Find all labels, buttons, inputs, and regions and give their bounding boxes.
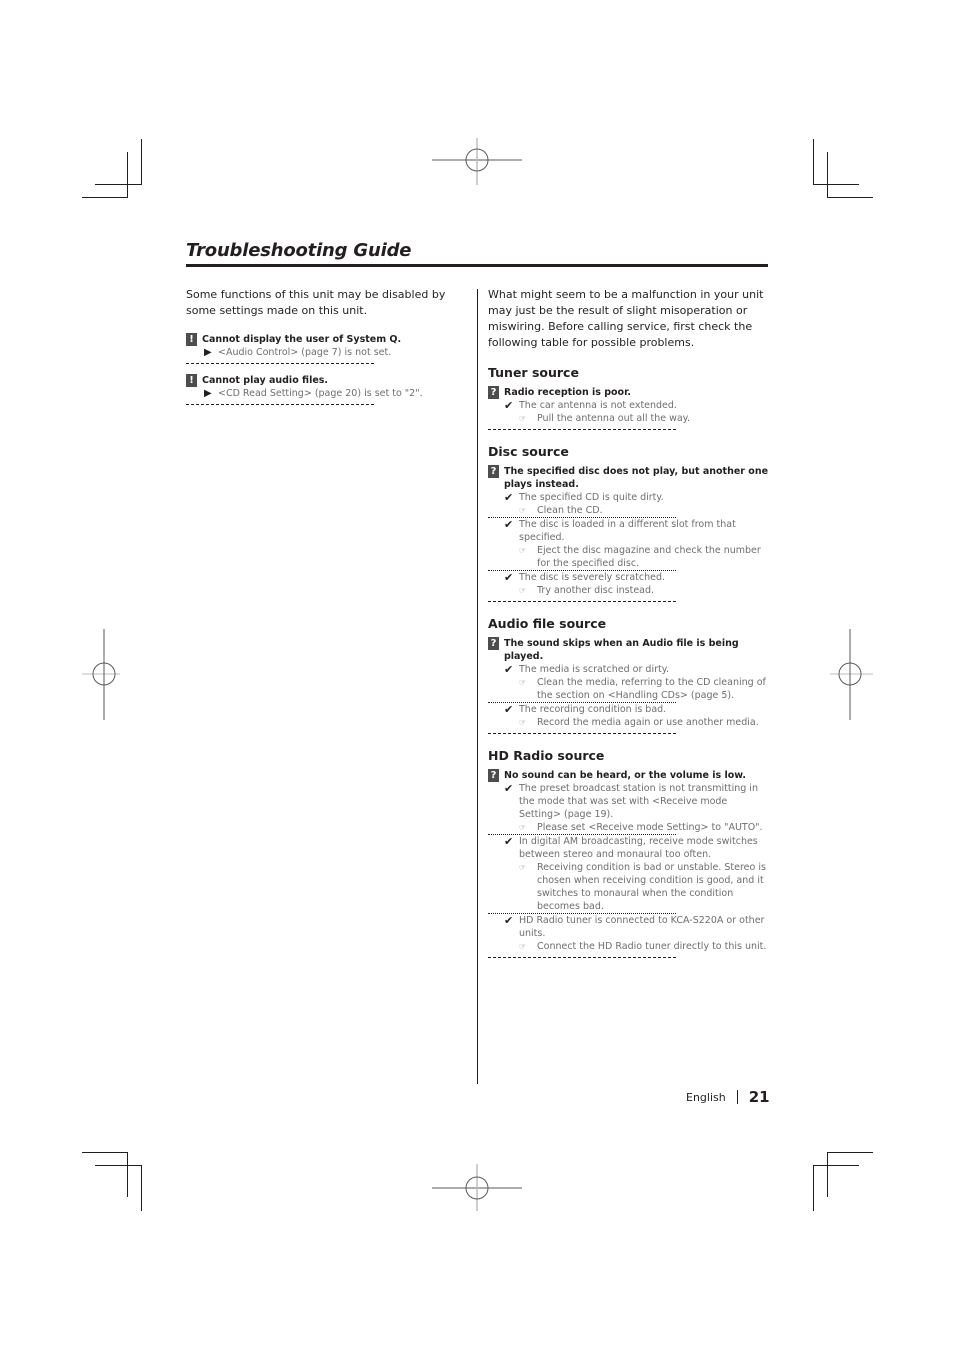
crop-mark bbox=[827, 197, 873, 198]
page-number: 21 bbox=[748, 1088, 770, 1106]
registration-mark-left bbox=[82, 629, 120, 720]
crop-mark bbox=[82, 1152, 128, 1153]
registration-mark-right bbox=[830, 629, 873, 720]
crop-mark bbox=[95, 1165, 142, 1166]
remedy-text: Connect the HD Radio tuner directly to t… bbox=[537, 941, 767, 952]
pointing-hand-icon: ☞ bbox=[519, 718, 527, 727]
checkmark-icon: ✔ bbox=[504, 571, 514, 584]
cause-text: In digital AM broadcasting, receive mode… bbox=[519, 836, 758, 860]
crop-mark bbox=[82, 197, 128, 198]
cause-text: The recording condition is bad. bbox=[519, 704, 667, 715]
warning-title: Cannot play audio files. bbox=[202, 375, 329, 386]
remedy-text: Try another disc instead. bbox=[537, 585, 655, 596]
play-arrow-icon: ▶ bbox=[204, 347, 212, 358]
section-heading: HD Radio source bbox=[488, 748, 605, 763]
crop-mark bbox=[127, 1152, 128, 1197]
play-arrow-icon: ▶ bbox=[204, 388, 212, 399]
warning-item: ! Cannot display the user of System Q. ▶… bbox=[186, 333, 456, 364]
cause-text: The preset broadcast station is not tran… bbox=[519, 783, 758, 820]
dashed-separator bbox=[186, 363, 374, 364]
crop-mark bbox=[127, 152, 128, 198]
section-tuner: Tuner source ? Radio reception is poor. … bbox=[488, 365, 770, 430]
remedy-text: Eject the disc magazine and check the nu… bbox=[537, 545, 761, 569]
cause-text: The disc is loaded in a different slot f… bbox=[519, 519, 736, 543]
section-audio-file: Audio file source ? The sound skips when… bbox=[488, 616, 770, 734]
pointing-hand-icon: ☞ bbox=[519, 942, 527, 951]
crop-mark bbox=[813, 1165, 814, 1211]
cause-text: The specified CD is quite dirty. bbox=[519, 492, 664, 503]
crop-mark bbox=[813, 139, 814, 185]
problem-text: The specified disc does not play, but an… bbox=[504, 466, 769, 490]
warning-detail: <Audio Control> (page 7) is not set. bbox=[218, 347, 392, 358]
dashed-separator bbox=[488, 601, 676, 602]
problem-text: The sound skips when an Audio file is be… bbox=[504, 638, 739, 662]
pointing-hand-icon: ☞ bbox=[519, 863, 527, 872]
checkmark-icon: ✔ bbox=[504, 518, 514, 531]
right-column: What might seem to be a malfunction in y… bbox=[488, 287, 770, 968]
crop-mark bbox=[827, 1152, 873, 1153]
dashed-separator bbox=[488, 429, 676, 430]
registration-mark-top bbox=[432, 138, 522, 185]
crop-mark bbox=[813, 1165, 859, 1166]
page-footer: English 21 bbox=[686, 1088, 770, 1106]
crop-mark bbox=[813, 184, 859, 185]
checkmark-icon: ✔ bbox=[504, 663, 514, 676]
warning-item: ! Cannot play audio files. ▶ <CD Read Se… bbox=[186, 374, 456, 405]
checkmark-icon: ✔ bbox=[504, 491, 514, 504]
pointing-hand-icon: ☞ bbox=[519, 414, 527, 423]
footer-divider bbox=[736, 1090, 738, 1104]
pointing-hand-icon: ☞ bbox=[519, 546, 527, 555]
left-intro: Some functions of this unit may be disab… bbox=[186, 288, 446, 317]
pointing-hand-icon: ☞ bbox=[519, 506, 527, 515]
exclamation-icon: ! bbox=[186, 374, 197, 387]
checkmark-icon: ✔ bbox=[504, 782, 514, 795]
crop-mark bbox=[827, 1152, 828, 1197]
cause-text: The media is scratched or dirty. bbox=[519, 664, 669, 675]
remedy-text: Receiving condition is bad or unstable. … bbox=[537, 862, 766, 912]
remedy-text: Clean the CD. bbox=[537, 505, 603, 516]
remedy-text: Record the media again or use another me… bbox=[537, 717, 759, 728]
column-divider bbox=[477, 289, 478, 1084]
exclamation-icon: ! bbox=[186, 333, 197, 346]
dashed-separator bbox=[488, 733, 676, 734]
problem-text: No sound can be heard, or the volume is … bbox=[504, 770, 747, 781]
crop-mark bbox=[95, 184, 142, 185]
crop-mark bbox=[141, 139, 142, 185]
right-intro: What might seem to be a malfunction in y… bbox=[488, 288, 764, 349]
title-rule bbox=[186, 264, 768, 267]
cause-text: The disc is severely scratched. bbox=[519, 572, 666, 583]
left-column: Some functions of this unit may be disab… bbox=[186, 287, 456, 415]
pointing-hand-icon: ☞ bbox=[519, 586, 527, 595]
registration-mark-bottom bbox=[432, 1164, 522, 1211]
page-title: Troubleshooting Guide bbox=[186, 240, 412, 261]
checkmark-icon: ✔ bbox=[504, 914, 514, 927]
warning-detail: <CD Read Setting> (page 20) is set to "2… bbox=[218, 388, 423, 399]
remedy-text: Please set <Receive mode Setting> to "AU… bbox=[537, 822, 763, 833]
warning-title: Cannot display the user of System Q. bbox=[202, 334, 402, 345]
question-icon: ? bbox=[488, 769, 499, 782]
section-heading: Tuner source bbox=[488, 365, 579, 380]
checkmark-icon: ✔ bbox=[504, 399, 514, 412]
checkmark-icon: ✔ bbox=[504, 835, 514, 848]
checkmark-icon: ✔ bbox=[504, 703, 514, 716]
section-heading: Audio file source bbox=[488, 616, 607, 631]
remedy-text: Pull the antenna out all the way. bbox=[537, 413, 690, 424]
problem-text: Radio reception is poor. bbox=[504, 387, 632, 398]
cause-text: HD Radio tuner is connected to KCA-S220A… bbox=[519, 915, 765, 939]
question-icon: ? bbox=[488, 637, 499, 650]
remedy-text: Clean the media, referring to the CD cle… bbox=[537, 677, 766, 701]
dashed-separator bbox=[488, 957, 676, 958]
crop-mark bbox=[141, 1165, 142, 1211]
language-label: English bbox=[686, 1090, 726, 1104]
question-icon: ? bbox=[488, 465, 499, 478]
question-icon: ? bbox=[488, 386, 499, 399]
pointing-hand-icon: ☞ bbox=[519, 678, 527, 687]
section-disc: Disc source ? The specified disc does no… bbox=[488, 444, 770, 602]
dashed-separator bbox=[186, 404, 374, 405]
section-hd-radio: HD Radio source ? No sound can be heard,… bbox=[488, 748, 770, 958]
section-heading: Disc source bbox=[488, 444, 569, 459]
crop-mark bbox=[827, 152, 828, 198]
pointing-hand-icon: ☞ bbox=[519, 823, 527, 832]
cause-text: The car antenna is not extended. bbox=[519, 400, 677, 411]
